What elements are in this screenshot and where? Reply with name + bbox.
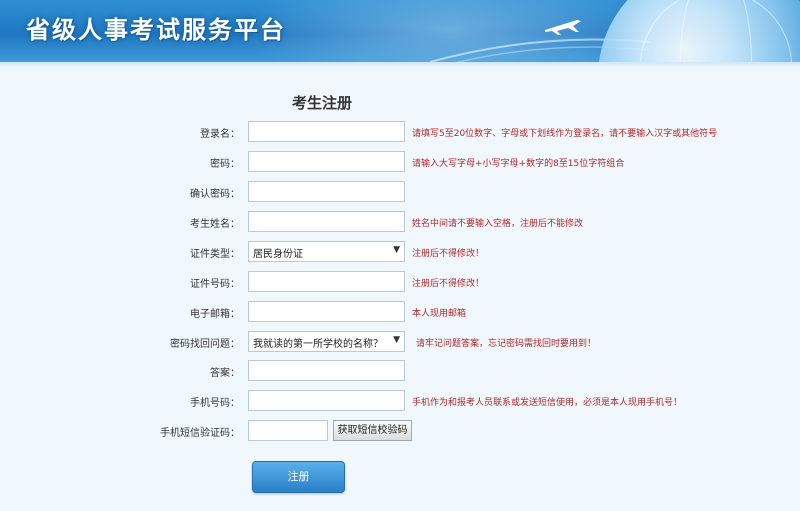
sms-code-label: 手机短信验证码：: [160, 428, 240, 439]
username-hint: 请填写5至20位数字、字母或下划线作为登录名，请不要输入汉字或其他符号: [412, 129, 718, 139]
register-button[interactable]: 注册: [252, 461, 345, 493]
password-label: 密码：: [210, 159, 240, 170]
airplane-icon: [545, 20, 581, 35]
email-label: 电子邮箱：: [190, 309, 240, 320]
security-question-label: 密码找回问题：: [170, 339, 240, 350]
id-type-select[interactable]: 居民身份证 ▼: [248, 241, 405, 262]
form-row-name: 考生姓名： 姓名中间请不要输入空格，注册后不能修改: [0, 211, 800, 235]
globe-meridian: [680, 0, 752, 62]
id-type-value: 居民身份证: [253, 249, 303, 260]
security-question-hint: 请牢记问题答案，忘记密码需找回时要用到！: [416, 339, 597, 349]
site-header: 省级人事考试服务平台: [0, 0, 800, 62]
username-input[interactable]: [248, 121, 405, 142]
phone-input[interactable]: [248, 390, 405, 411]
password-hint: 请输入大写字母+小写字母+数字的8至15位字符组合: [412, 159, 625, 169]
answer-input[interactable]: [248, 360, 405, 381]
form-row-id-number: 证件号码： 注册后不得修改！: [0, 271, 800, 295]
name-input[interactable]: [248, 211, 405, 232]
password-input[interactable]: [248, 151, 405, 172]
phone-label: 手机号码：: [190, 398, 240, 409]
name-label: 考生姓名：: [190, 219, 240, 230]
chevron-down-icon: ▼: [393, 335, 400, 345]
answer-label: 答案：: [210, 368, 240, 379]
form-row-email: 电子邮箱： 本人现用邮箱: [0, 301, 800, 325]
id-type-hint: 注册后不得修改！: [412, 249, 485, 259]
id-number-label: 证件号码：: [190, 279, 240, 290]
confirm-password-input[interactable]: [248, 181, 405, 202]
email-hint: 本人现用邮箱: [412, 309, 467, 319]
email-input[interactable]: [248, 301, 405, 322]
form-row-password: 密码： 请输入大写字母+小写字母+数字的8至15位字符组合: [0, 151, 800, 175]
username-label: 登录名：: [200, 129, 240, 140]
chevron-down-icon: ▼: [393, 245, 400, 255]
confirm-password-label: 确认密码：: [190, 189, 240, 200]
id-type-label: 证件类型：: [190, 249, 240, 260]
header-fade: [0, 62, 800, 68]
form-row-sms-code: 手机短信验证码： 获取短信校验码: [0, 420, 800, 444]
id-number-hint: 注册后不得修改！: [412, 279, 485, 289]
get-sms-code-button[interactable]: 获取短信校验码: [333, 420, 412, 441]
form-row-id-type: 证件类型： 居民身份证 ▼ 注册后不得修改！: [0, 241, 800, 265]
security-question-value: 我就读的第一所学校的名称？: [253, 339, 383, 350]
form-row-username: 登录名： 请填写5至20位数字、字母或下划线作为登录名，请不要输入汉字或其他符号: [0, 121, 800, 145]
id-number-input[interactable]: [248, 271, 405, 292]
form-title: 考生注册: [292, 94, 353, 112]
form-row-phone: 手机号码： 手机作为和报考人员联系或发送短信使用，必须是本人现用手机号！: [0, 390, 800, 414]
form-row-confirm-password: 确认密码：: [0, 181, 800, 205]
form-row-answer: 答案：: [0, 360, 800, 384]
security-question-select[interactable]: 我就读的第一所学校的名称？ ▼: [248, 331, 405, 352]
form-row-security-question: 密码找回问题： 我就读的第一所学校的名称？ ▼ 请牢记问题答案，忘记密码需找回时…: [0, 331, 800, 355]
phone-hint: 手机作为和报考人员联系或发送短信使用，必须是本人现用手机号！: [412, 398, 683, 408]
sms-code-input[interactable]: [248, 420, 328, 441]
name-hint: 姓名中间请不要输入空格，注册后不能修改: [412, 219, 584, 229]
site-title: 省级人事考试服务平台: [26, 16, 286, 44]
